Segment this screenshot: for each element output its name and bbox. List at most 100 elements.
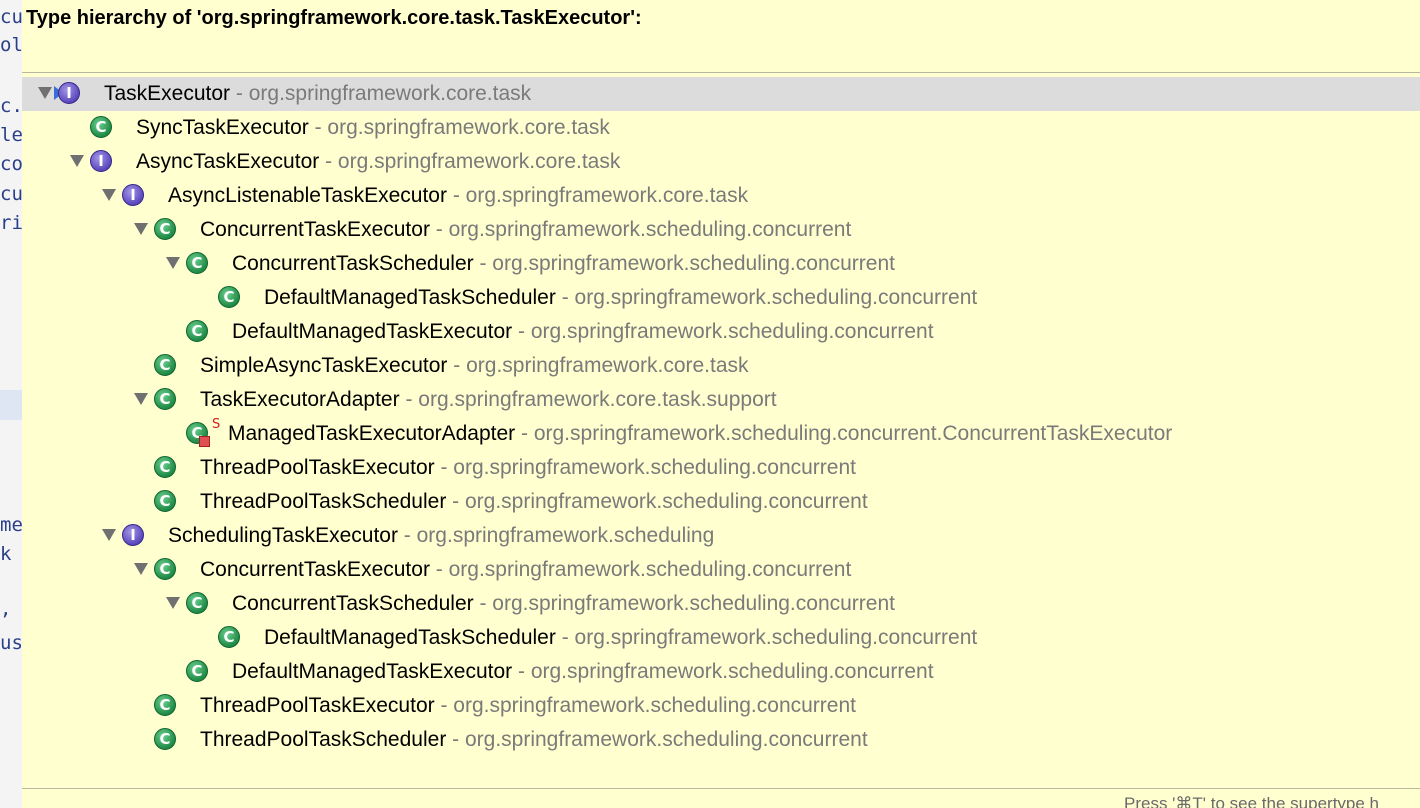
package-name: - org.springframework.scheduling.concurr…	[555, 626, 978, 649]
class-icon: C	[154, 728, 176, 750]
class-icon: C	[154, 354, 176, 376]
editor-fragment: cu	[0, 6, 23, 28]
package-name: - org.springframework.core.task	[447, 354, 749, 377]
class-icon: C	[186, 660, 208, 682]
tree-row[interactable]: C DefaultManagedTaskExecutor - org.spring…	[22, 315, 1420, 349]
tree-row-label: ThreadPoolTaskExecutor - org.springframe…	[200, 693, 856, 719]
tree-row-label: DefaultManagedTaskScheduler - org.spring…	[264, 625, 977, 651]
package-name: - org.springframework.scheduling.concurr…	[473, 252, 895, 275]
package-name: - org.springframework.scheduling.concurr…	[434, 694, 856, 717]
interface-icon: I	[122, 184, 144, 206]
type-name: ManagedTaskExecutorAdapter	[228, 422, 516, 445]
editor-fragment: ,	[0, 598, 12, 620]
package-name: - org.springframework.scheduling.concurr…	[446, 728, 868, 751]
package-name: - org.springframework.core.task	[319, 150, 621, 173]
tree-row[interactable]: I TaskExecutor - org.springframework.core…	[22, 77, 1420, 111]
expand-toggle-icon[interactable]	[70, 155, 84, 167]
class-icon: C	[218, 626, 240, 648]
tree-row-label: SyncTaskExecutor - org.springframework.c…	[136, 115, 610, 141]
tree-row-label: SchedulingTaskExecutor - org.springframe…	[168, 523, 714, 549]
status-divider	[22, 788, 1420, 789]
tree-row[interactable]: C TaskExecutorAdapter - org.springframewo…	[22, 383, 1420, 417]
package-name: - org.springframework.scheduling.concurr…	[512, 660, 934, 683]
static-badge: S	[212, 417, 221, 432]
package-name: - org.springframework.core.task	[230, 82, 532, 105]
package-name: - org.springframework.core.task	[446, 184, 749, 207]
package-name: - org.springframework.scheduling.concurr…	[429, 218, 852, 241]
type-name: ConcurrentTaskScheduler	[232, 592, 474, 615]
type-name: DefaultManagedTaskExecutor	[232, 660, 513, 683]
expand-toggle-icon[interactable]	[38, 87, 52, 99]
tree-row-label: ConcurrentTaskExecutor - org.springframe…	[200, 557, 851, 583]
package-name: - org.springframework.scheduling.concurr…	[515, 422, 1173, 445]
tree-row[interactable]: C ConcurrentTaskScheduler - org.springfra…	[22, 247, 1420, 281]
type-name: ThreadPoolTaskExecutor	[200, 694, 435, 717]
type-name: ConcurrentTaskExecutor	[200, 558, 430, 581]
class-icon: C	[186, 320, 208, 342]
editor-fragment: k	[0, 543, 12, 565]
editor-fragment: le	[0, 124, 23, 146]
class-icon: C	[154, 388, 176, 410]
tree-row[interactable]: C ConcurrentTaskExecutor - org.springfram…	[22, 553, 1420, 587]
tree-row-label: ThreadPoolTaskScheduler - org.springfram…	[200, 489, 868, 515]
expand-toggle-icon[interactable]	[134, 393, 148, 405]
class-icon: C	[90, 116, 112, 138]
class-icon: C	[186, 252, 208, 274]
tree-row-label: DefaultManagedTaskExecutor - org.springf…	[232, 659, 934, 685]
editor-fragment: us	[0, 632, 23, 654]
type-name: DefaultManagedTaskScheduler	[264, 286, 556, 309]
tree-row[interactable]: C ThreadPoolTaskScheduler - org.springfra…	[22, 485, 1420, 519]
package-name: - org.springframework.scheduling.concurr…	[434, 456, 856, 479]
tree-row[interactable]: I AsyncTaskExecutor - org.springframework…	[22, 145, 1420, 179]
tree-row-label: ConcurrentTaskScheduler - org.springfram…	[232, 591, 895, 617]
expand-toggle-icon[interactable]	[102, 529, 116, 541]
type-name: SimpleAsyncTaskExecutor	[200, 354, 448, 377]
package-name: - org.springframework.core.task	[308, 116, 610, 139]
tree-row[interactable]: C ThreadPoolTaskExecutor - org.springfram…	[22, 451, 1420, 485]
type-name: ThreadPoolTaskExecutor	[200, 456, 435, 479]
editor-fragment: cu	[0, 183, 23, 205]
tree-row[interactable]: C SyncTaskExecutor - org.springframework.…	[22, 111, 1420, 145]
tree-row[interactable]: C DefaultManagedTaskExecutor - org.spring…	[22, 655, 1420, 689]
background-editor-strip: cu ol c. le co cu ri me k , us	[0, 0, 23, 808]
expand-toggle-icon[interactable]	[102, 189, 116, 201]
expand-toggle-icon[interactable]	[166, 257, 180, 269]
expand-toggle-icon[interactable]	[166, 597, 180, 609]
class-icon: C	[154, 490, 176, 512]
type-name: ConcurrentTaskExecutor	[200, 218, 430, 241]
tree-row[interactable]: C ConcurrentTaskExecutor - org.springfram…	[22, 213, 1420, 247]
type-name: ThreadPoolTaskScheduler	[200, 490, 447, 513]
tree-row[interactable]: C DefaultManagedTaskScheduler - org.sprin…	[22, 621, 1420, 655]
tree-row[interactable]: C S ManagedTaskExecutorAdapter - org.sprin…	[22, 417, 1420, 451]
tree-row[interactable]: I SchedulingTaskExecutor - org.springfram…	[22, 519, 1420, 553]
tree-row[interactable]: C ThreadPoolTaskScheduler - org.springfra…	[22, 723, 1420, 757]
type-name: TaskExecutorAdapter	[200, 388, 400, 411]
type-name: ThreadPoolTaskScheduler	[200, 728, 447, 751]
tree-row[interactable]: I AsyncListenableTaskExecutor - org.sprin…	[22, 179, 1420, 213]
ide-window: cu ol c. le co cu ri me k , us Type hier…	[0, 0, 1420, 808]
editor-fragment: me	[0, 514, 23, 536]
tree-row-label: DefaultManagedTaskExecutor - org.springf…	[232, 319, 934, 345]
expand-toggle-icon[interactable]	[134, 563, 148, 575]
tree-row-label: ConcurrentTaskScheduler - org.springfram…	[232, 251, 895, 277]
tree-row[interactable]: C SimpleAsyncTaskExecutor - org.springfra…	[22, 349, 1420, 383]
tree-row-label: TaskExecutorAdapter - org.springframewor…	[200, 387, 777, 413]
tree-row-label: DefaultManagedTaskScheduler - org.spring…	[264, 285, 977, 311]
expand-toggle-icon[interactable]	[134, 223, 148, 235]
status-hint: Press '⌘T' to see the supertype h	[1124, 794, 1379, 808]
tree-row[interactable]: C DefaultManagedTaskScheduler - org.sprin…	[22, 281, 1420, 315]
package-name: - org.springframework.scheduling.concurr…	[446, 490, 868, 513]
tree-row-label: SimpleAsyncTaskExecutor - org.springfram…	[200, 353, 749, 379]
package-name: - org.springframework.scheduling.concurr…	[555, 286, 978, 309]
editor-line-highlight	[0, 390, 22, 420]
editor-fragment: c.	[0, 95, 23, 117]
tree-row-label: ManagedTaskExecutorAdapter - org.springf…	[228, 421, 1172, 447]
type-name: SyncTaskExecutor	[136, 116, 309, 139]
class-icon: C	[154, 558, 176, 580]
tree-row[interactable]: C ThreadPoolTaskExecutor - org.springfram…	[22, 689, 1420, 723]
tree-row-label: ThreadPoolTaskExecutor - org.springframe…	[200, 455, 856, 481]
class-icon: C	[154, 456, 176, 478]
tree-row[interactable]: C ConcurrentTaskScheduler - org.springfra…	[22, 587, 1420, 621]
nested-marker-icon	[199, 436, 210, 447]
interface-icon: I	[58, 82, 80, 104]
